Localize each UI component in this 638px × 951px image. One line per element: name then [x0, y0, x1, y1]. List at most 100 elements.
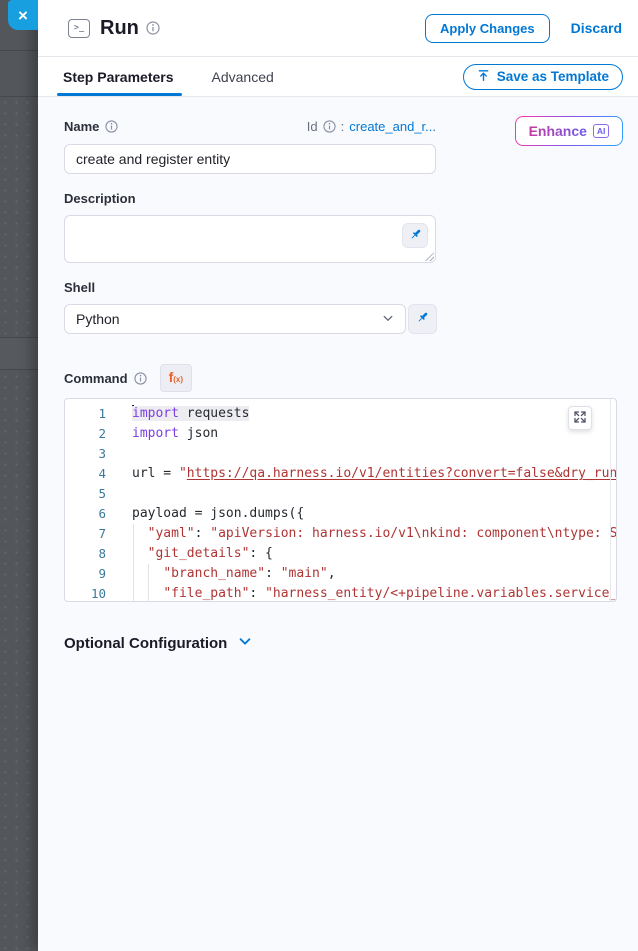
- code-line-text: [119, 444, 616, 464]
- tab-step-parameters[interactable]: Step Parameters: [63, 57, 174, 96]
- run-step-icon: >_: [68, 19, 90, 38]
- chevron-down-icon: [238, 634, 252, 653]
- id-colon: :: [341, 119, 345, 134]
- enhance-ai-button[interactable]: Enhance AI: [515, 116, 623, 146]
- code-token: [132, 546, 148, 561]
- code-line-text: url = "https://qa.harness.io/v1/entities…: [119, 464, 616, 484]
- code-line[interactable]: 3: [65, 444, 616, 464]
- shell-select[interactable]: Python: [64, 304, 406, 334]
- info-icon[interactable]: [134, 372, 147, 385]
- line-number: 6: [65, 504, 119, 524]
- resize-handle[interactable]: [425, 252, 434, 261]
- pin-description-button[interactable]: [402, 223, 428, 248]
- canvas-band: [0, 337, 38, 370]
- code-line-text: [119, 484, 616, 504]
- command-label-group: Command: [64, 371, 147, 386]
- line-number: 10: [65, 584, 119, 602]
- optional-configuration-label: Optional Configuration: [64, 635, 227, 652]
- code-token: "harness_entity/<+pipeline.variables.ser…: [265, 586, 616, 601]
- code-line-text: import json: [119, 424, 616, 444]
- shell-selected-value: Python: [76, 311, 120, 327]
- tab-label: Advanced: [212, 69, 274, 85]
- indent-guide: [148, 564, 149, 602]
- code-token: json: [179, 426, 218, 441]
- expand-icon: [574, 411, 586, 426]
- name-label-group: Name: [64, 119, 118, 134]
- line-number: 3: [65, 444, 119, 464]
- enhance-label: Enhance: [529, 123, 587, 139]
- code-token: import: [132, 426, 179, 441]
- code-token: url =: [132, 466, 179, 481]
- code-line[interactable]: 8 "git_details": {: [65, 544, 616, 564]
- discard-button[interactable]: Discard: [571, 20, 622, 36]
- pin-shell-button[interactable]: [408, 304, 437, 334]
- code-token: "file_path": [163, 586, 249, 601]
- canvas-dot-grid: [0, 371, 38, 951]
- line-number: 2: [65, 424, 119, 444]
- code-token: :: [265, 566, 281, 581]
- code-line-text: "branch_name": "main",: [119, 564, 616, 584]
- info-icon[interactable]: [323, 120, 336, 133]
- code-token: "main": [281, 566, 328, 581]
- line-number: 1: [65, 404, 119, 424]
- canvas-divider: [0, 50, 38, 51]
- expand-editor-button[interactable]: [568, 406, 592, 430]
- code-token: "branch_name": [163, 566, 265, 581]
- line-number: 9: [65, 564, 119, 584]
- canvas-divider: [0, 96, 38, 97]
- code-line[interactable]: 4url = "https://qa.harness.io/v1/entitie…: [65, 464, 616, 484]
- code-line[interactable]: 6 payload = json.dumps({: [65, 504, 616, 524]
- code-line[interactable]: 5: [65, 484, 616, 504]
- id-value[interactable]: create_and_r...: [349, 119, 436, 134]
- code-line-text: "git_details": {: [119, 544, 616, 564]
- code-token: [132, 526, 148, 541]
- description-textarea[interactable]: [64, 215, 436, 263]
- description-label: Description: [64, 191, 638, 206]
- code-line[interactable]: 1import requests: [65, 404, 616, 424]
- apply-changes-button[interactable]: Apply Changes: [425, 14, 550, 43]
- code-line-text: import requests: [119, 404, 616, 424]
- name-input[interactable]: [64, 144, 436, 174]
- info-icon[interactable]: [105, 120, 118, 133]
- line-number: 7: [65, 524, 119, 544]
- save-as-template-button[interactable]: Save as Template: [463, 64, 623, 90]
- code-line[interactable]: 2import json: [65, 424, 616, 444]
- code-token: : {: [249, 546, 272, 561]
- optional-configuration-toggle[interactable]: Optional Configuration: [64, 634, 638, 653]
- code-line[interactable]: 7 "yaml": "apiVersion: harness.io/v1\nki…: [65, 524, 616, 544]
- code-token: "apiVersion: harness.io/v1\nkind: compon…: [210, 526, 616, 541]
- code-line-text: "yaml": "apiVersion: harness.io/v1\nkind…: [119, 524, 616, 544]
- step-parameters-content: Name Id : create_and_r... Enhance AI Des…: [38, 97, 638, 951]
- tab-bar: Step Parameters Advanced Save as Templat…: [38, 57, 638, 97]
- info-icon[interactable]: [146, 21, 160, 35]
- fx-expression-button[interactable]: f(x): [160, 364, 192, 392]
- pin-icon: [408, 227, 423, 245]
- canvas-dot-grid: [0, 97, 38, 337]
- editor-scroll-gutter: [610, 399, 611, 601]
- close-drawer-button[interactable]: ×: [8, 0, 38, 30]
- line-number: 5: [65, 484, 119, 504]
- code-token: import: [132, 406, 179, 421]
- chevron-down-icon: [382, 311, 394, 327]
- code-token: :: [249, 586, 265, 601]
- id-label: Id: [307, 119, 318, 134]
- code-token: ,: [328, 566, 336, 581]
- shell-label: Shell: [64, 280, 638, 295]
- fx-sub: (x): [173, 375, 183, 384]
- code-token: ": [179, 466, 187, 481]
- code-line-text: "file_path": "harness_entity/<+pipeline.…: [119, 584, 616, 602]
- command-code-editor[interactable]: 1import requests2import json34url = "htt…: [64, 398, 617, 602]
- code-line-text: payload = json.dumps({: [119, 504, 616, 524]
- tab-advanced[interactable]: Advanced: [212, 57, 274, 96]
- step-title: Run: [100, 17, 139, 40]
- code-token: payload = json.dumps({: [132, 506, 304, 521]
- tab-label: Step Parameters: [63, 69, 174, 85]
- ai-badge: AI: [593, 124, 610, 138]
- close-icon: ×: [18, 7, 28, 24]
- upload-icon: [477, 69, 490, 85]
- terminal-glyph: >_: [74, 23, 84, 33]
- name-label: Name: [64, 119, 99, 134]
- step-config-drawer: >_ Run Apply Changes Discard Step Parame…: [38, 0, 638, 951]
- step-id-display: Id : create_and_r...: [307, 119, 436, 134]
- pipeline-canvas-strip: [0, 0, 38, 951]
